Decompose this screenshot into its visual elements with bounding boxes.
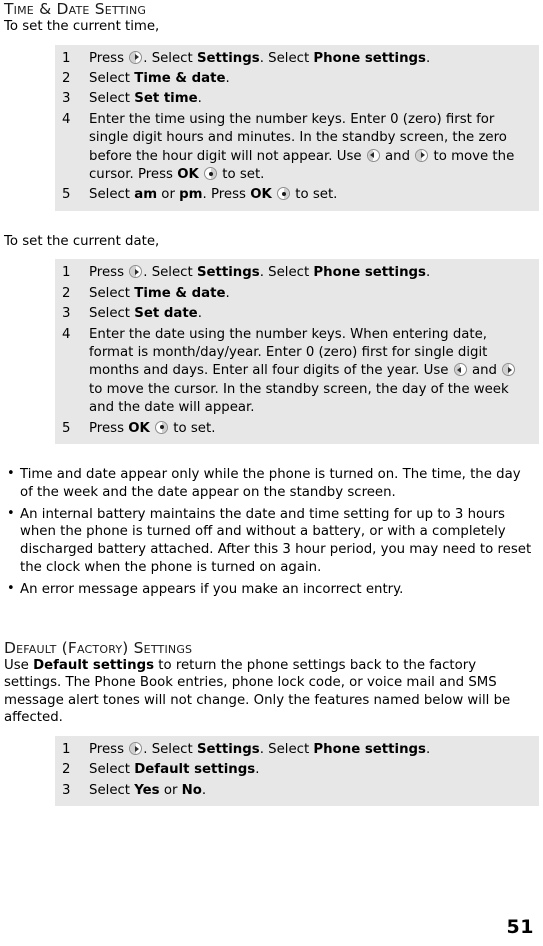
emphasis-text: Default settings bbox=[134, 762, 256, 778]
step-text: Press . Select Settings. Select Phone se… bbox=[89, 742, 431, 758]
procedure-step-row: 4 Enter the time using the number keys. E… bbox=[55, 110, 539, 186]
intro-set-date: To set the current date, bbox=[4, 233, 160, 249]
emphasis-text: OK bbox=[128, 420, 150, 436]
nav-right-key-icon bbox=[415, 148, 429, 162]
procedure-step-row: 5 Press OK to set. bbox=[55, 419, 539, 444]
step-text: Enter the time using the number keys. En… bbox=[89, 111, 515, 183]
procedure-step-row: 3 Select Set date. bbox=[55, 304, 539, 324]
emphasis-text: OK bbox=[177, 167, 199, 183]
emphasis-text: Time & date bbox=[134, 285, 226, 301]
procedure-step-row: 2 Select Time & date. bbox=[55, 69, 539, 89]
step-text: Press OK to set. bbox=[89, 420, 216, 436]
intro-set-time: To set the current time, bbox=[4, 19, 160, 34]
emphasis-text: Phone settings bbox=[313, 265, 426, 281]
step-text: Select am or pm. Press OK to set. bbox=[89, 187, 338, 203]
page-title: Time & Date Setting bbox=[4, 0, 147, 18]
step-text: Select Default settings. bbox=[89, 762, 260, 778]
nav-right-key-icon bbox=[129, 50, 143, 64]
emphasis-text: Phone settings bbox=[313, 50, 426, 66]
note-item: An internal battery maintains the date a… bbox=[4, 505, 537, 577]
step-text: Select Set date. bbox=[89, 306, 202, 322]
emphasis-text: Settings bbox=[196, 50, 260, 66]
step-number: 1 bbox=[62, 50, 71, 66]
procedure-step-row: 3 Select Set time. bbox=[55, 89, 539, 109]
emphasis-text: Default settings bbox=[33, 657, 155, 673]
step-number: 5 bbox=[62, 420, 71, 436]
emphasis-text: OK bbox=[250, 187, 272, 203]
emphasis-text: am bbox=[134, 187, 158, 203]
emphasis-text: No bbox=[181, 782, 202, 798]
step-text: Select Set time. bbox=[89, 91, 202, 107]
emphasis-text: Phone settings bbox=[313, 742, 426, 758]
step-number: 4 bbox=[62, 111, 71, 127]
nav-left-key-icon bbox=[453, 363, 467, 377]
procedure-table-set-date: 1 Press . Select Settings. Select Phone s… bbox=[55, 259, 539, 445]
procedure-step-row: 3 Select Yes or No. bbox=[55, 781, 539, 806]
emphasis-text: pm bbox=[179, 187, 203, 203]
step-text: Enter the date using the number keys. Wh… bbox=[89, 325, 539, 419]
step-number: 3 bbox=[62, 306, 71, 322]
procedure-step-row: 2 Select Default settings. bbox=[55, 760, 539, 780]
nav-right-key-icon bbox=[502, 363, 516, 377]
step-number: 1 bbox=[62, 742, 71, 758]
procedure-table-set-time: 1 Press . Select Settings. Select Phone s… bbox=[55, 44, 539, 211]
procedure-step-row: 5 Select am or pm. Press OK to set. bbox=[55, 185, 539, 210]
step-text: Press . Select Settings. Select Phone se… bbox=[89, 265, 431, 281]
nav-right-key-icon bbox=[129, 265, 143, 279]
step-number: 1 bbox=[62, 265, 71, 281]
emphasis-text: Settings bbox=[196, 265, 260, 281]
step-number: 2 bbox=[62, 71, 71, 86]
manual-page: Time & Date Setting To set the current t… bbox=[0, 0, 543, 946]
procedure-table-default-settings: 1 Press . Select Settings. Select Phone s… bbox=[55, 736, 539, 807]
procedure-step-row: 1 Press . Select Settings. Select Phone s… bbox=[55, 45, 539, 69]
step-number: 3 bbox=[62, 91, 71, 107]
step-text: Select Time & date. bbox=[89, 285, 230, 301]
nav-right-key-icon bbox=[129, 742, 143, 756]
notes-list: Time and date appear only while the phon… bbox=[4, 465, 537, 599]
step-number: 2 bbox=[62, 285, 71, 301]
emphasis-text: Time & date bbox=[134, 71, 226, 86]
step-text: Select Yes or No. bbox=[89, 782, 207, 798]
emphasis-text: Yes bbox=[134, 782, 160, 798]
page-number: 51 bbox=[506, 916, 534, 938]
step-text: Press . Select Settings. Select Phone se… bbox=[89, 50, 431, 66]
ok-key-icon bbox=[277, 187, 291, 201]
procedure-step-row: 2 Select Time & date. bbox=[55, 284, 539, 304]
nav-left-key-icon bbox=[366, 148, 380, 162]
emphasis-text: Set time bbox=[134, 91, 198, 107]
note-item: An error message appears if you make an … bbox=[4, 580, 537, 599]
procedure-step-row: 4 Enter the date using the number keys. W… bbox=[55, 325, 539, 419]
note-item: Time and date appear only while the phon… bbox=[4, 465, 537, 502]
ok-key-icon bbox=[155, 420, 169, 434]
step-number: 3 bbox=[62, 782, 71, 798]
procedure-step-row: 1 Press . Select Settings. Select Phone s… bbox=[55, 736, 539, 760]
ok-key-icon bbox=[204, 167, 218, 181]
default-settings-paragraph: Use Default settings to return the phone… bbox=[4, 657, 511, 726]
step-text: Select Time & date. bbox=[89, 71, 230, 86]
default-settings-title: Default (Factory) Settings bbox=[4, 638, 193, 657]
emphasis-text: Settings bbox=[196, 742, 260, 758]
emphasis-text: Set date bbox=[134, 306, 198, 322]
step-number: 5 bbox=[62, 187, 71, 203]
step-number: 2 bbox=[62, 762, 71, 778]
step-number: 4 bbox=[62, 326, 71, 342]
procedure-step-row: 1 Press . Select Settings. Select Phone s… bbox=[55, 259, 539, 283]
